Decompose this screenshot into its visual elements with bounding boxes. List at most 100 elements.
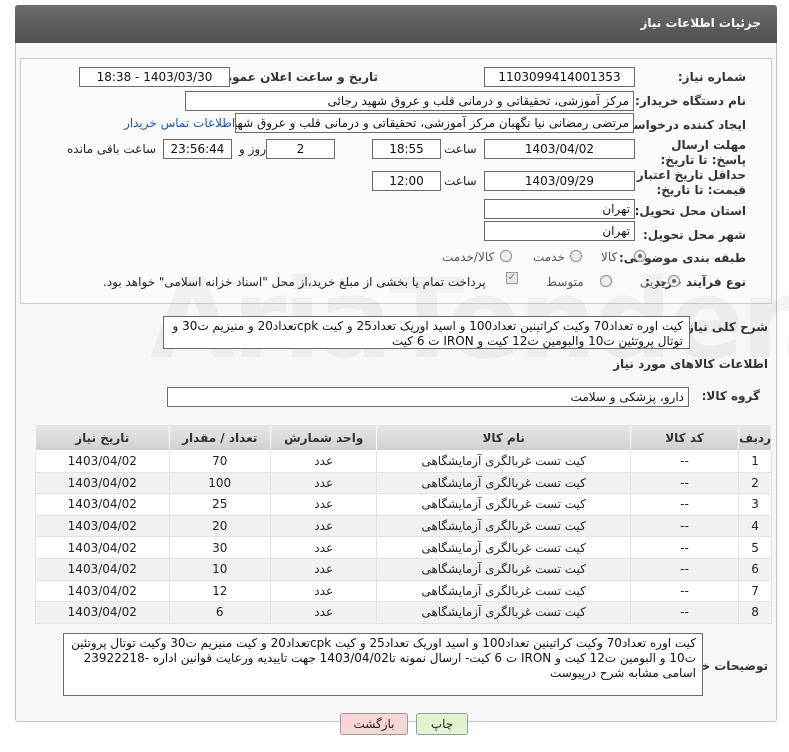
cell-unit: عدد [269, 493, 378, 516]
province-field: تهران [484, 199, 635, 219]
city-label: شهر محل تحویل: [642, 228, 746, 242]
print-button[interactable]: چاپ [416, 713, 468, 735]
goods-table-header: ردیف کد کالا نام کالا واحد شمارش تعداد /… [35, 424, 772, 451]
cell-name: کیت تست غربالگری آزمایشگاهی [376, 536, 631, 559]
validity-date-field: 1403/09/29 [484, 171, 635, 191]
col-name: نام کالا [376, 424, 631, 451]
need-number-label: شماره نیاز: [677, 70, 746, 84]
cell-code: -- [629, 579, 740, 603]
cell-name: کیت تست غربالگری آزمایشگاهی [376, 557, 631, 581]
category-goods-label: کالا [601, 250, 618, 264]
table-row: 8 -- کیت تست غربالگری آزمایشگاهی عدد 6 1403/0… [35, 601, 772, 624]
buyer-label: نام دستگاه خریدار: [635, 94, 746, 108]
cell-date: 1403/04/02 [35, 471, 170, 495]
summary-label: شرح کلی نیاز: [682, 320, 768, 334]
cell-quantity: 20 [168, 514, 271, 538]
goods-table: ردیف کد کالا نام کالا واحد شمارش تعداد /… [35, 424, 772, 624]
deadline-label: مهلت ارسال پاسخ: تا تاریخ: [660, 138, 747, 167]
cell-code: -- [629, 536, 740, 559]
process-medium-label: متوسط [546, 275, 584, 289]
cell-unit: عدد [269, 557, 378, 581]
table-row: 2 -- کیت تست غربالگری آزمایشگاهی عدد 100 1403… [35, 471, 772, 495]
need-number-field: 1103099414001353 [484, 67, 635, 87]
cell-unit: عدد [269, 450, 378, 473]
cell-row: 1 [738, 450, 772, 473]
cell-quantity: 30 [168, 536, 271, 559]
validity-time-word: ساعت [444, 174, 477, 188]
province-label: استان محل تحویل: [634, 204, 746, 218]
table-row: 4 -- کیت تست غربالگری آزمایشگاهی عدد 20 1403/… [35, 514, 772, 538]
category-both-label: کالا/خدمت [442, 250, 495, 264]
announce-label: تاریخ و ساعت اعلان عمومی: [207, 70, 378, 84]
category-goods-radio[interactable] [634, 250, 646, 262]
cell-quantity: 12 [168, 579, 271, 603]
table-row: 1 -- کیت تست غربالگری آزمایشگاهی عدد 70 1403/… [35, 450, 772, 473]
cell-row: 3 [738, 493, 772, 516]
cell-code: -- [629, 557, 740, 581]
cell-name: کیت تست غربالگری آزمایشگاهی [376, 493, 631, 516]
cell-code: -- [629, 450, 740, 473]
table-row: 3 -- کیت تست غربالگری آزمایشگاهی عدد 25 1403/… [35, 493, 772, 516]
days-word: روز و [239, 142, 266, 156]
validity-label: حداقل تاریخ اعتبار قیمت: تا تاریخ: [636, 168, 746, 197]
buyer-notes-textarea: کیت اوره تعداد70 وکیت کراتینین تعداد100 … [63, 633, 703, 696]
cell-row: 2 [738, 471, 772, 495]
cell-code: -- [629, 514, 740, 538]
cell-unit: عدد [269, 514, 378, 538]
days-field: 2 [266, 139, 335, 159]
goods-group-field: دارو، پزشکی و سلامت [167, 387, 689, 407]
cell-row: 6 [738, 557, 772, 581]
category-service-radio[interactable] [570, 250, 582, 262]
cell-date: 1403/04/02 [35, 514, 170, 538]
cell-quantity: 6 [168, 601, 271, 624]
col-code: کد کالا [629, 424, 740, 451]
cell-code: -- [629, 471, 740, 495]
cell-date: 1403/04/02 [35, 493, 170, 516]
validity-time-field: 12:00 [372, 171, 441, 191]
header-bar: جزئیات اطلاعات نیاز [15, 5, 777, 43]
category-both-radio[interactable] [500, 250, 512, 262]
contact-info-link[interactable]: اطلاعات تماس خریدار [124, 116, 235, 130]
cell-name: کیت تست غربالگری آزمایشگاهی [376, 514, 631, 538]
deadline-time-field: 18:55 [372, 139, 441, 159]
buyer-field: مرکز آموزشی، تحقیقاتی و درمانی قلب و عرو… [185, 91, 634, 111]
col-row: ردیف [738, 424, 772, 451]
city-field: تهران [484, 221, 635, 241]
cell-date: 1403/04/02 [35, 601, 170, 624]
cell-unit: عدد [269, 601, 378, 624]
cell-name: کیت تست غربالگری آزمایشگاهی [376, 601, 631, 624]
remaining-word: ساعت باقی مانده [67, 142, 157, 156]
cell-date: 1403/04/02 [35, 536, 170, 559]
creator-label: ایجاد کننده درخواست: [616, 118, 746, 132]
creator-field: مرتضی رمضانی نیا نگهبان مرکز آموزشی، تحق… [235, 113, 634, 133]
treasury-payment-checkbox[interactable]: ✓ [506, 272, 518, 284]
process-minor-radio[interactable] [668, 275, 680, 287]
cell-unit: عدد [269, 536, 378, 559]
cell-row: 4 [738, 514, 772, 538]
deadline-date-field: 1403/04/02 [484, 139, 635, 159]
cell-unit: عدد [269, 471, 378, 495]
cell-row: 8 [738, 601, 772, 624]
col-unit: واحد شمارش [269, 424, 378, 451]
col-date: تاریخ نیاز [35, 424, 170, 451]
cell-date: 1403/04/02 [35, 450, 170, 473]
cell-row: 5 [738, 536, 772, 559]
goods-section-title: اطلاعات کالاهای مورد نیاز [613, 357, 768, 371]
cell-code: -- [629, 493, 740, 516]
cell-date: 1403/04/02 [35, 579, 170, 603]
cell-code: -- [629, 601, 740, 624]
process-minor-label: جزیی [640, 275, 668, 289]
table-row: 6 -- کیت تست غربالگری آزمایشگاهی عدد 10 1403/… [35, 557, 772, 581]
cell-name: کیت تست غربالگری آزمایشگاهی [376, 471, 631, 495]
cell-unit: عدد [269, 579, 378, 603]
goods-group-label: گروه کالا: [701, 389, 760, 403]
category-service-label: خدمت [533, 250, 565, 264]
cell-quantity: 10 [168, 557, 271, 581]
summary-textarea: کیت اوره تعداد70 وکیت کراتینین تعداد100 … [163, 316, 690, 349]
back-button[interactable]: بازگشت [340, 713, 408, 735]
cell-quantity: 25 [168, 493, 271, 516]
table-row: 5 -- کیت تست غربالگری آزمایشگاهی عدد 30 1403/… [35, 536, 772, 559]
cell-quantity: 100 [168, 471, 271, 495]
cell-date: 1403/04/02 [35, 557, 170, 581]
process-medium-radio[interactable] [600, 275, 612, 287]
